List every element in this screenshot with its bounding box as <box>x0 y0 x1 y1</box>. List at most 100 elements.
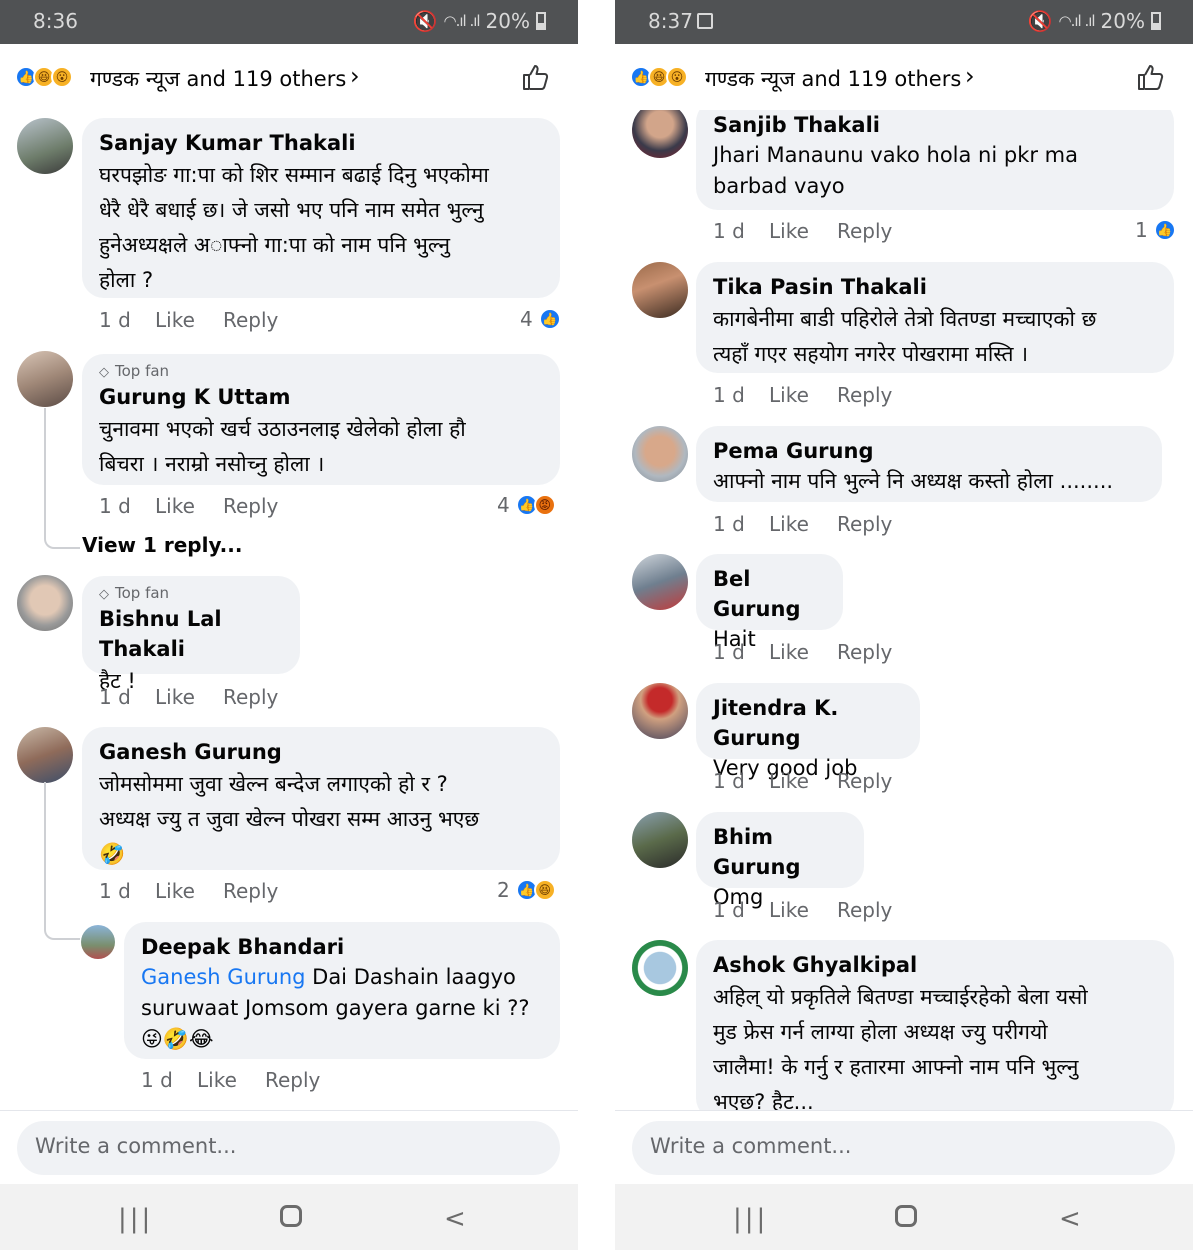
comment-text: अहिल् यो प्रकृतिले बितण्डा मच्चाईरहेको ब… <box>713 985 1088 1110</box>
android-nav-bar: ||| < <box>0 1184 578 1250</box>
reply-button[interactable]: Reply <box>837 383 892 407</box>
like-button[interactable]: Like <box>769 219 837 243</box>
chevron-right-icon[interactable]: › <box>965 62 975 90</box>
like-button[interactable]: Like <box>769 769 837 793</box>
commenter-name[interactable]: Sanjay Kumar Thakali <box>99 128 544 158</box>
status-bar: 8:37 🔇 ◠.ıl .ıl 20% <box>615 0 1193 44</box>
comment-time[interactable]: 1 d <box>141 1068 197 1092</box>
diamond-icon: ◇ <box>99 587 109 602</box>
reaction-count[interactable]: 4 👍 <box>520 307 561 331</box>
comment-bubble[interactable]: ◇ Top fan Gurung K Uttam चुनावमा भएको खर्… <box>82 354 560 485</box>
view-replies-link[interactable]: View 1 reply... <box>82 533 242 557</box>
reply-button[interactable]: Reply <box>837 769 892 793</box>
thread-line <box>44 782 80 940</box>
comments-list[interactable]: Sanjib Thakali Jhari Manaunu vako hola n… <box>615 110 1193 1110</box>
home-icon[interactable] <box>895 1205 917 1227</box>
avatar[interactable] <box>17 575 73 631</box>
comment-bubble[interactable]: Ganesh Gurung जोमसोममा जुवा खेल्न बन्देज… <box>82 727 560 870</box>
comments-list[interactable]: Sanjay Kumar Thakali घरपझोङ गा:पा को शिर… <box>0 110 578 1110</box>
thumbs-up-icon[interactable] <box>1135 62 1165 92</box>
comment-bubble[interactable]: Sanjib Thakali Jhari Manaunu vako hola n… <box>696 110 1174 210</box>
commenter-name[interactable]: Ashok Ghyalkipal <box>713 950 1158 980</box>
avatar[interactable] <box>17 351 73 407</box>
comment-bubble[interactable]: Deepak Bhandari Ganesh Gurung Dai Dashai… <box>124 922 560 1059</box>
like-button[interactable]: Like <box>155 308 223 332</box>
reaction-count[interactable]: 2 👍 😆 <box>497 878 556 902</box>
avatar[interactable] <box>17 118 73 174</box>
like-button[interactable]: Like <box>155 685 223 709</box>
commenter-name[interactable]: Tika Pasin Thakali <box>713 272 1158 302</box>
reaction-count[interactable]: 4 👍 😡 <box>497 493 556 517</box>
reply-button[interactable]: Reply <box>837 640 892 664</box>
thumbs-up-icon[interactable] <box>520 62 550 92</box>
comment-bubble[interactable]: Bel Gurung Hait <box>696 554 843 651</box>
commenter-name[interactable]: Gurung K Uttam <box>99 382 544 412</box>
avatar[interactable] <box>632 426 688 482</box>
comment-time[interactable]: 1 d <box>713 219 769 243</box>
comment-time[interactable]: 1 d <box>713 898 769 922</box>
commenter-name[interactable]: Sanjib Thakali <box>713 110 1158 140</box>
comment-bubble[interactable]: Pema Gurung आफ्नो नाम पनि भुल्ने नि अध्य… <box>696 426 1162 502</box>
comment-time[interactable]: 1 d <box>713 383 769 407</box>
commenter-name[interactable]: Bel Gurung <box>713 564 827 624</box>
comment-input[interactable]: Write a comment... <box>632 1121 1175 1175</box>
reactions-header[interactable]: 👍 😆 😮 गण्डक न्यूज and 119 others › <box>615 44 1193 110</box>
avatar[interactable] <box>632 940 688 996</box>
like-button[interactable]: Like <box>769 383 837 407</box>
reply-button[interactable]: Reply <box>837 219 892 243</box>
reply-button[interactable]: Reply <box>223 879 278 903</box>
comment-bubble[interactable]: Jitendra K. Gurung Very good job <box>696 683 920 780</box>
comment-bubble[interactable]: Bhim Gurung Omg <box>696 812 864 909</box>
commenter-name[interactable]: Pema Gurung <box>713 436 1146 466</box>
commenter-name[interactable]: Ganesh Gurung <box>99 737 544 767</box>
back-icon[interactable]: < <box>444 1204 466 1234</box>
reply-button[interactable]: Reply <box>223 685 278 709</box>
recent-apps-icon[interactable]: ||| <box>118 1204 153 1234</box>
avatar[interactable] <box>17 727 73 783</box>
back-icon[interactable]: < <box>1059 1204 1081 1234</box>
comment-input[interactable]: Write a comment... <box>17 1121 560 1175</box>
avatar[interactable] <box>632 262 688 318</box>
like-button[interactable]: Like <box>155 879 223 903</box>
comment-text: घरपझोङ गा:पा को शिर सम्मान बढाई दिनु भएक… <box>99 163 489 292</box>
recent-apps-icon[interactable]: ||| <box>733 1204 768 1234</box>
avatar[interactable] <box>632 812 688 868</box>
reply-button[interactable]: Reply <box>265 1068 320 1092</box>
reply-button[interactable]: Reply <box>837 512 892 536</box>
commenter-name[interactable]: Deepak Bhandari <box>141 932 544 962</box>
like-button[interactable]: Like <box>769 640 837 664</box>
like-button[interactable]: Like <box>769 512 837 536</box>
mention-link[interactable]: Ganesh Gurung <box>141 965 305 989</box>
reactions-summary[interactable]: गण्डक न्यूज and 119 others <box>705 65 961 93</box>
comment-time[interactable]: 1 d <box>99 494 155 518</box>
comment-time[interactable]: 1 d <box>713 769 769 793</box>
comment-time[interactable]: 1 d <box>99 879 155 903</box>
comment-time[interactable]: 1 d <box>99 685 155 709</box>
comment-bubble[interactable]: Ashok Ghyalkipal अहिल् यो प्रकृतिले बितण… <box>696 940 1174 1110</box>
commenter-name[interactable]: Bhim Gurung <box>713 822 848 882</box>
like-button[interactable]: Like <box>197 1068 265 1092</box>
avatar[interactable] <box>632 683 688 739</box>
avatar[interactable] <box>632 554 688 610</box>
reply-button[interactable]: Reply <box>837 898 892 922</box>
comment-time[interactable]: 1 d <box>713 512 769 536</box>
reaction-count[interactable]: 1 👍 <box>1135 218 1176 242</box>
comment-bubble[interactable]: ◇ Top fan Bishnu Lal Thakali हैट ! <box>82 576 300 693</box>
angry-reaction-icon: 😡 <box>533 494 556 516</box>
avatar[interactable] <box>81 925 115 959</box>
commenter-name[interactable]: Jitendra K. Gurung <box>713 693 904 753</box>
reply-button[interactable]: Reply <box>223 308 278 332</box>
reactions-summary[interactable]: गण्डक न्यूज and 119 others <box>90 65 346 93</box>
reply-button[interactable]: Reply <box>223 494 278 518</box>
comment-time[interactable]: 1 d <box>713 640 769 664</box>
commenter-name[interactable]: Bishnu Lal Thakali <box>99 604 284 664</box>
home-icon[interactable] <box>280 1205 302 1227</box>
chevron-right-icon[interactable]: › <box>350 62 360 90</box>
like-button[interactable]: Like <box>155 494 223 518</box>
avatar[interactable] <box>632 110 688 158</box>
reactions-header[interactable]: 👍 😆 😮 गण्डक न्यूज and 119 others › <box>0 44 578 110</box>
comment-bubble[interactable]: Tika Pasin Thakali कागबेनीमा बाडी पहिरोल… <box>696 262 1174 373</box>
comment-bubble[interactable]: Sanjay Kumar Thakali घरपझोङ गा:पा को शिर… <box>82 118 560 298</box>
like-button[interactable]: Like <box>769 898 837 922</box>
comment-time[interactable]: 1 d <box>99 308 155 332</box>
